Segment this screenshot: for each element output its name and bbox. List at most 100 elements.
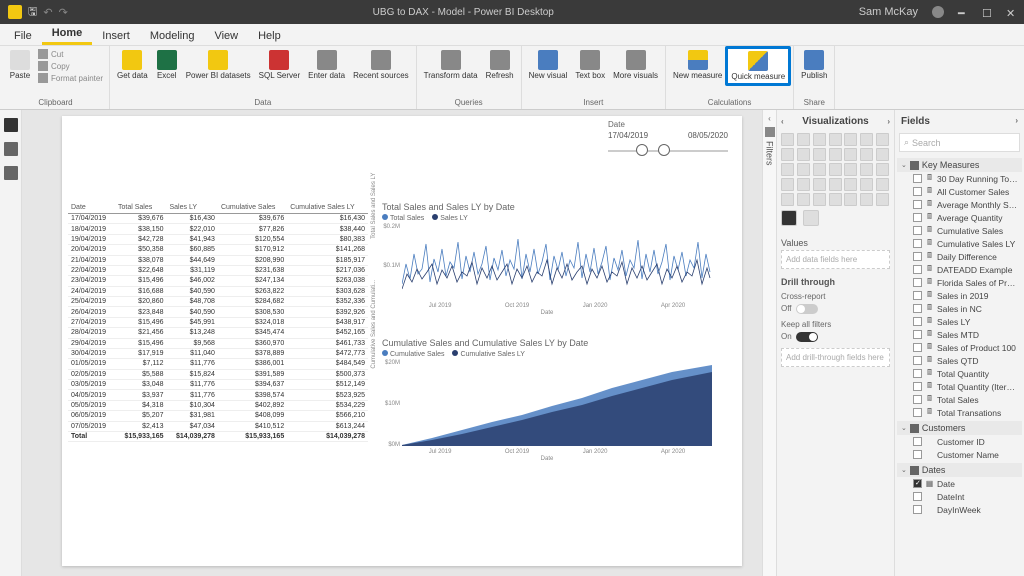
- table-row[interactable]: 17/04/2019$39,676$16,430$39,676$16,430: [68, 214, 368, 224]
- viz-type-icon[interactable]: [813, 133, 826, 146]
- viz-type-icon[interactable]: [844, 178, 857, 191]
- slider-knob-to[interactable]: [658, 144, 670, 156]
- field-item[interactable]: 🖩Average Monthly Sales: [897, 198, 1022, 211]
- close-button[interactable]: ✕: [1006, 7, 1016, 17]
- expand-filters-icon[interactable]: ‹: [768, 114, 771, 123]
- field-item[interactable]: Customer ID: [897, 435, 1022, 448]
- tab-file[interactable]: File: [4, 26, 42, 45]
- field-item[interactable]: ▦Date: [897, 477, 1022, 490]
- date-slicer[interactable]: Date 17/04/2019 08/05/2020: [608, 120, 728, 162]
- table-row[interactable]: 07/05/2019$2,413$47,034$410,512$613,244: [68, 421, 368, 431]
- field-checkbox[interactable]: [913, 437, 922, 446]
- filters-pane-collapsed[interactable]: ‹ Filters: [762, 110, 776, 576]
- sql-button[interactable]: SQL Server: [256, 48, 304, 82]
- viz-type-icon[interactable]: [781, 163, 794, 176]
- field-item[interactable]: 🖩Florida Sales of Product 2 ...: [897, 276, 1022, 289]
- field-checkbox[interactable]: [913, 187, 922, 196]
- slider-knob-from[interactable]: [636, 144, 648, 156]
- quick-measure-button[interactable]: Quick measure: [725, 46, 791, 86]
- viz-type-icon[interactable]: [797, 193, 810, 206]
- viz-type-icon[interactable]: [860, 193, 873, 206]
- field-item[interactable]: 🖩Sales in NC: [897, 302, 1022, 315]
- field-item[interactable]: 🖩Total Quantity (Iteration): [897, 380, 1022, 393]
- column-header[interactable]: Cumulative Sales LY: [287, 202, 368, 214]
- field-checkbox[interactable]: [913, 382, 922, 391]
- table-row[interactable]: 25/04/2019$20,860$48,708$284,682$352,336: [68, 297, 368, 307]
- viz-type-icon[interactable]: [844, 163, 857, 176]
- viz-type-icon[interactable]: [860, 133, 873, 146]
- fields-table-header[interactable]: ⌄Key Measures: [897, 158, 1022, 172]
- table-row[interactable]: 30/04/2019$17,919$11,040$378,889$472,773: [68, 348, 368, 358]
- table-row[interactable]: 18/04/2019$38,150$22,010$77,826$38,440: [68, 224, 368, 234]
- table-row[interactable]: 20/04/2019$50,358$60,885$170,912$141,268: [68, 245, 368, 255]
- field-item[interactable]: 🖩Daily Difference: [897, 250, 1022, 263]
- copy-button[interactable]: Copy: [36, 60, 105, 72]
- drillthrough-fieldwell[interactable]: Add drill-through fields here: [781, 348, 890, 367]
- field-checkbox[interactable]: [913, 278, 922, 287]
- viz-type-icon[interactable]: [860, 148, 873, 161]
- get-data-button[interactable]: Get data: [114, 48, 151, 82]
- excel-button[interactable]: Excel: [153, 48, 181, 82]
- field-item[interactable]: 🖩Sales MTD: [897, 328, 1022, 341]
- viz-type-icon[interactable]: [876, 133, 889, 146]
- cross-report-toggle[interactable]: [796, 304, 818, 314]
- viz-type-icon[interactable]: [829, 148, 842, 161]
- viz-type-icon[interactable]: [797, 133, 810, 146]
- field-checkbox[interactable]: [913, 395, 922, 404]
- column-header[interactable]: Cumulative Sales: [218, 202, 287, 214]
- table-visual[interactable]: DateTotal SalesSales LYCumulative SalesC…: [68, 202, 368, 442]
- viz-type-icon[interactable]: [860, 163, 873, 176]
- table-row[interactable]: 21/04/2019$38,078$44,649$208,990$185,917: [68, 255, 368, 265]
- tab-insert[interactable]: Insert: [92, 26, 140, 45]
- cut-button[interactable]: Cut: [36, 48, 105, 60]
- viz-type-icon[interactable]: [797, 148, 810, 161]
- tab-home[interactable]: Home: [42, 23, 93, 45]
- table-row[interactable]: 06/05/2019$5,207$31,981$408,099$566,210: [68, 411, 368, 421]
- field-item[interactable]: 🖩All Customer Sales: [897, 185, 1022, 198]
- field-checkbox[interactable]: [913, 317, 922, 326]
- field-checkbox[interactable]: [913, 226, 922, 235]
- undo-icon[interactable]: ↶: [43, 6, 52, 19]
- field-item[interactable]: 🖩30 Day Running Total: [897, 172, 1022, 185]
- more-visuals-button[interactable]: More visuals: [610, 48, 661, 82]
- field-checkbox[interactable]: [913, 213, 922, 222]
- viz-type-icon[interactable]: [813, 193, 826, 206]
- field-checkbox[interactable]: [913, 492, 922, 501]
- field-checkbox[interactable]: [913, 304, 922, 313]
- expand-viz-icon[interactable]: ›: [887, 117, 890, 126]
- field-checkbox[interactable]: [913, 291, 922, 300]
- field-checkbox[interactable]: [913, 408, 922, 417]
- viz-type-icon[interactable]: [781, 148, 794, 161]
- paste-button[interactable]: Paste: [6, 48, 34, 82]
- field-item[interactable]: 🖩Sales LY: [897, 315, 1022, 328]
- line-chart-visual[interactable]: Total Sales and Sales LY by Date Total S…: [382, 202, 712, 314]
- recent-sources-button[interactable]: Recent sources: [350, 48, 412, 82]
- field-item[interactable]: 🖩Sales in 2019: [897, 289, 1022, 302]
- table-row[interactable]: 02/05/2019$5,588$15,824$391,589$500,373: [68, 369, 368, 379]
- tab-help[interactable]: Help: [248, 26, 291, 45]
- viz-type-icon[interactable]: [813, 178, 826, 191]
- publish-button[interactable]: Publish: [798, 48, 830, 82]
- data-view-icon[interactable]: [4, 142, 18, 156]
- field-item[interactable]: 🖩Total Sales: [897, 393, 1022, 406]
- fields-tab-icon[interactable]: [781, 210, 797, 226]
- field-item[interactable]: 🖩Cumulative Sales: [897, 224, 1022, 237]
- table-row[interactable]: 05/05/2019$4,318$10,304$402,892$534,229: [68, 400, 368, 410]
- slicer-to[interactable]: 08/05/2020: [688, 131, 728, 140]
- table-row[interactable]: 23/04/2019$15,496$46,002$247,134$263,038: [68, 276, 368, 286]
- viz-type-icon[interactable]: [829, 178, 842, 191]
- viz-type-icon[interactable]: [844, 133, 857, 146]
- field-checkbox[interactable]: [913, 252, 922, 261]
- field-checkbox[interactable]: [913, 450, 922, 459]
- table-row[interactable]: 27/04/2019$15,496$45,991$324,018$438,917: [68, 317, 368, 327]
- table-row[interactable]: 22/04/2019$22,648$31,119$231,638$217,036: [68, 265, 368, 275]
- table-row[interactable]: 19/04/2019$42,728$41,943$120,554$80,383: [68, 234, 368, 244]
- enter-data-button[interactable]: Enter data: [305, 48, 348, 82]
- fields-table-header[interactable]: ⌄Customers: [897, 421, 1022, 435]
- field-item[interactable]: 🖩Total Quantity: [897, 367, 1022, 380]
- viz-type-icon[interactable]: [876, 148, 889, 161]
- field-checkbox[interactable]: [913, 369, 922, 378]
- fields-search[interactable]: ⌕Search: [899, 133, 1020, 152]
- field-checkbox[interactable]: [913, 356, 922, 365]
- report-view-icon[interactable]: [4, 118, 18, 132]
